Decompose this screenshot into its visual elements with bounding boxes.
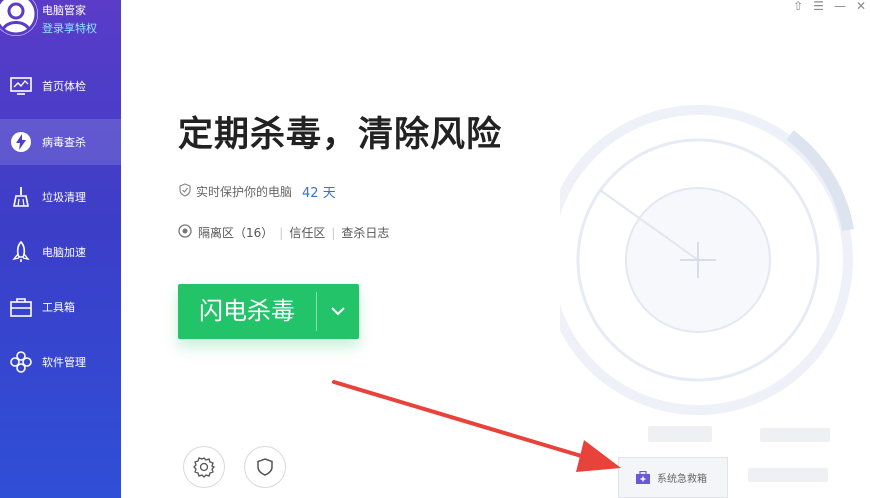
sidebar-item-junk-clean[interactable]: 垃圾清理	[0, 174, 121, 220]
divider: |	[279, 225, 284, 240]
scan-radar-decoration	[560, 105, 854, 415]
quarantine-link[interactable]: 隔离区（16）	[198, 224, 273, 241]
protection-text: 实时保护你的电脑	[196, 185, 293, 199]
lightning-icon	[10, 131, 32, 153]
protection-days: 42 天	[302, 186, 336, 201]
divider: |	[331, 225, 336, 240]
sidebar-item-virus-scan[interactable]: 病毒查杀	[0, 119, 121, 165]
login-link[interactable]: 登录享特权	[42, 20, 97, 36]
toolkit-icon	[636, 470, 650, 484]
close-button[interactable]: ✕	[856, 0, 866, 14]
quick-scan-button[interactable]: 闪电杀毒	[178, 284, 316, 339]
protection-status: 实时保护你的电脑 42 天	[178, 182, 336, 201]
sidebar-item-home-checkup[interactable]: 首页体检	[0, 63, 121, 109]
scan-log-link[interactable]: 查杀日志	[341, 224, 389, 241]
protection-center-button[interactable]	[244, 446, 286, 488]
shield-icon	[178, 183, 192, 200]
blurred-item	[760, 428, 830, 442]
quick-scan-button-group: 闪电杀毒	[178, 284, 359, 339]
sidebar-item-label: 软件管理	[42, 356, 86, 369]
chevron-down-icon	[331, 307, 345, 316]
blurred-item	[648, 426, 712, 442]
settings-button[interactable]	[183, 446, 225, 488]
sidebar-item-toolbox[interactable]: 工具箱	[0, 284, 121, 330]
shield-icon	[257, 458, 273, 476]
trust-zone-link[interactable]: 信任区	[289, 224, 325, 241]
sidebar: 电脑管家 登录享特权 首页体检 病毒查杀 垃圾清理 电脑加速 工具箱 软件管理	[0, 0, 121, 498]
minimize-button[interactable]: —	[834, 0, 846, 14]
broom-icon	[10, 186, 32, 208]
blurred-item	[748, 468, 828, 482]
sidebar-item-speedup[interactable]: 电脑加速	[0, 229, 121, 275]
menu-icon[interactable]: ☰	[813, 0, 824, 14]
zone-links: 隔离区（16） | 信任区 | 查杀日志	[178, 224, 389, 241]
sidebar-item-label: 首页体检	[42, 80, 86, 93]
quarantine-icon	[178, 224, 192, 241]
toolbox-icon	[10, 296, 32, 318]
window-controls: ⇧ ☰ — ✕	[793, 0, 870, 14]
skin-icon[interactable]: ⇧	[793, 0, 803, 14]
sidebar-item-label: 工具箱	[42, 301, 75, 314]
sidebar-item-label: 病毒查杀	[42, 136, 86, 149]
scan-options-dropdown[interactable]	[317, 284, 359, 339]
sidebar-item-software[interactable]: 软件管理	[0, 339, 121, 385]
gear-icon	[193, 457, 215, 478]
profile-area: 电脑管家 登录享特权	[0, 0, 121, 46]
sidebar-item-label: 垃圾清理	[42, 191, 86, 204]
system-rescue-button[interactable]: 系统急救箱	[618, 457, 728, 498]
app-name: 电脑管家	[42, 4, 86, 17]
user-icon	[0, 0, 38, 36]
system-rescue-label: 系统急救箱	[657, 474, 707, 485]
monitor-icon	[10, 75, 32, 97]
avatar[interactable]	[0, 0, 38, 36]
page-title: 定期杀毒，清除风险	[178, 115, 503, 155]
sidebar-item-label: 电脑加速	[42, 246, 86, 259]
apps-icon	[10, 351, 32, 373]
rocket-icon	[10, 241, 32, 263]
